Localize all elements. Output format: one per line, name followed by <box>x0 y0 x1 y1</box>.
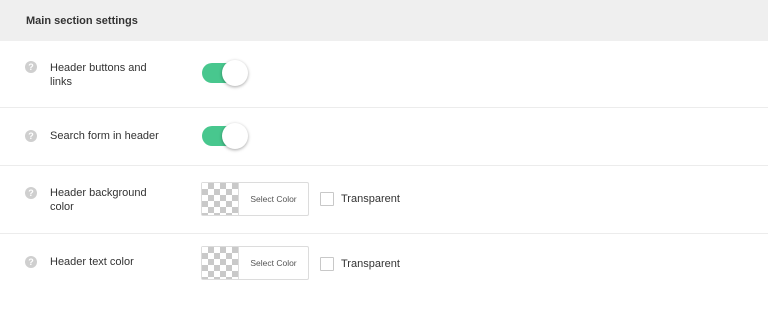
header-buttons-toggle[interactable] <box>202 60 248 86</box>
header-text-color-picker[interactable]: Select Color <box>201 246 309 280</box>
setting-row-search-form: ? Search form in header <box>0 108 768 166</box>
setting-label: Header text color <box>50 256 134 268</box>
toggle-knob <box>222 60 248 86</box>
transparent-checkbox[interactable] <box>320 257 334 271</box>
select-color-button[interactable]: Select Color <box>239 247 308 279</box>
transparent-option[interactable]: Transparent <box>320 257 400 271</box>
setting-row-header-text-color: ? Header text color Select Color Transpa… <box>0 234 768 316</box>
transparent-option[interactable]: Transparent <box>320 192 400 206</box>
section-header: Main section settings <box>0 0 768 41</box>
section-title: Main section settings <box>26 14 138 27</box>
transparent-label: Transparent <box>341 193 400 205</box>
header-bg-color-picker[interactable]: Select Color <box>201 182 309 216</box>
transparent-label: Transparent <box>341 258 400 270</box>
select-color-button[interactable]: Select Color <box>239 183 308 215</box>
search-form-toggle[interactable] <box>202 123 248 149</box>
setting-label: Header background color <box>50 187 147 213</box>
setting-row-header-bg-color: ? Header background color Select Color T… <box>0 166 768 234</box>
help-icon[interactable]: ? <box>25 61 37 73</box>
setting-label: Search form in header <box>50 130 159 142</box>
color-swatch <box>202 247 239 279</box>
help-icon[interactable]: ? <box>25 187 37 199</box>
transparent-checkbox[interactable] <box>320 192 334 206</box>
toggle-knob <box>222 123 248 149</box>
help-icon[interactable]: ? <box>25 130 37 142</box>
setting-row-header-buttons: ? Header buttons and links <box>0 41 768 108</box>
color-swatch <box>202 183 239 215</box>
setting-label: Header buttons and links <box>50 62 147 88</box>
help-icon[interactable]: ? <box>25 256 37 268</box>
